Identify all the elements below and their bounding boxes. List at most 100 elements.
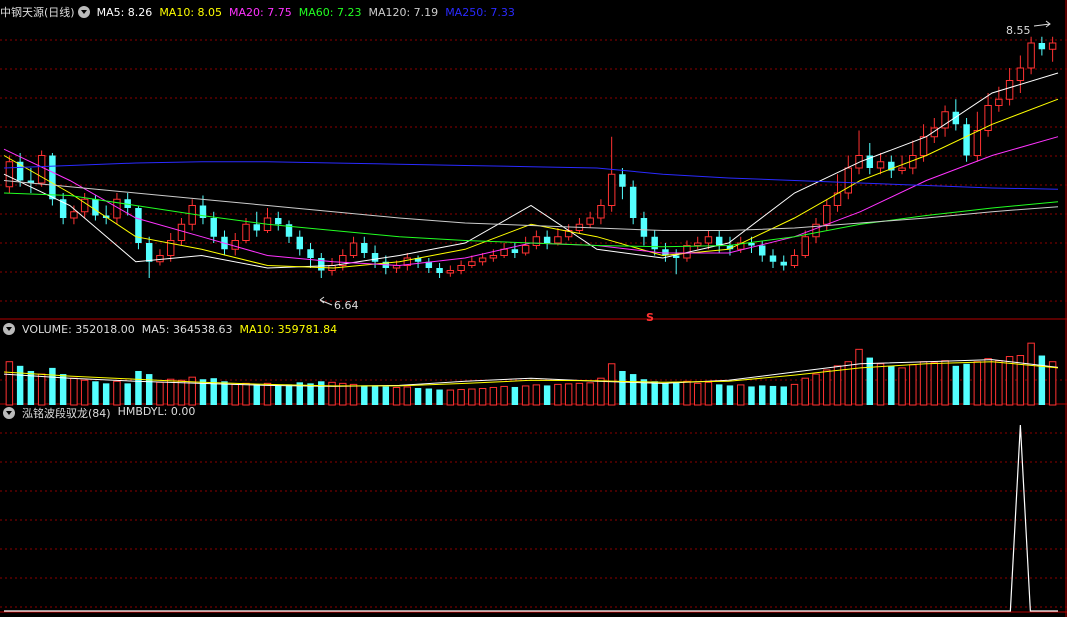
volume-bar-up [263, 382, 272, 406]
volume-bar-up [521, 385, 530, 406]
candle-down [619, 174, 626, 187]
volume-bar-up [898, 367, 906, 406]
candle-up [693, 242, 702, 246]
candle-up [597, 205, 605, 219]
volume-bar-up [392, 386, 401, 406]
low-price-label: 6.64 [334, 299, 359, 312]
volume-bar-up [177, 379, 186, 406]
volume-bar-down [414, 387, 422, 405]
volume-bar-down [963, 363, 970, 405]
candle-up [478, 257, 487, 263]
signal-line [4, 424, 1058, 612]
high-price-label: 8.55 [1006, 24, 1031, 37]
candle-down [640, 218, 648, 237]
candle-up [521, 245, 530, 254]
volume-bar-up [683, 380, 691, 406]
volume-bar-down [425, 388, 433, 405]
volume-bar-up [575, 382, 584, 406]
volume-bar-down [253, 384, 260, 405]
volume-bar-up [468, 388, 476, 406]
candle-up [70, 211, 78, 219]
volume-bar-down [361, 385, 368, 405]
volume-bar-up [823, 369, 831, 406]
volume-bar-up [564, 383, 573, 406]
candle-up [156, 255, 164, 263]
volume-bar-up [166, 378, 175, 406]
volume-bar-up [1027, 342, 1035, 406]
candle-up [231, 240, 239, 250]
candle-up [177, 223, 186, 241]
candle-up [349, 242, 358, 256]
volume-bar-up [489, 386, 498, 406]
volume-bar-down [436, 389, 443, 405]
volume-bar-up [801, 377, 809, 406]
volume-bar-down [769, 385, 777, 405]
volume-bar-up [500, 385, 508, 406]
candle-up [1027, 42, 1035, 69]
volume-bar-up [349, 383, 358, 406]
volume-bar-up [973, 361, 982, 406]
volume-bar-down [543, 385, 551, 405]
candle-down [759, 245, 766, 256]
volume-bar-up [403, 386, 412, 406]
candle-up [586, 217, 594, 225]
candle-down [511, 249, 519, 253]
volume-bar-up [113, 380, 121, 406]
candle-up [823, 205, 831, 225]
volume-bar-up [5, 361, 14, 406]
volume-bar-up [156, 381, 164, 406]
volume-bar-down [662, 383, 669, 405]
volume-bar-down [672, 382, 680, 405]
volume-bar-down [221, 381, 228, 405]
candle-up [554, 236, 562, 244]
volume-bar-down [135, 370, 142, 405]
candle-down [543, 236, 551, 243]
candle-down [629, 186, 637, 218]
stock-chart[interactable]: 8.55 6.64 S [0, 0, 1067, 617]
volume-bar-down [285, 384, 293, 405]
candle-up [1048, 42, 1057, 50]
volume-bar-down [49, 367, 56, 405]
candle-down [361, 243, 368, 253]
candle-up [5, 161, 14, 188]
volume-bar-up [1048, 361, 1057, 406]
volume-bar-down [715, 384, 723, 405]
volume-bar-up [446, 389, 455, 406]
volume-bar-down [888, 365, 895, 405]
volume-bar-up [844, 361, 853, 406]
candle-up [242, 223, 250, 241]
candle-up [1005, 80, 1014, 100]
volume-bar-up [736, 384, 745, 406]
candle-down [49, 155, 56, 200]
volume-bar-down [780, 386, 787, 405]
volume-bar-up [812, 373, 820, 406]
volume-bar-down [92, 381, 99, 405]
candle-up [532, 236, 541, 246]
volume-bar-up [607, 363, 616, 406]
candle-down [769, 255, 777, 262]
candle-down [92, 199, 99, 216]
volume-bar-up [855, 348, 863, 406]
volume-bar-down [371, 385, 379, 405]
volume-bar-down [307, 383, 314, 405]
arrow-icon [1033, 20, 1051, 28]
volume-bar-down [511, 386, 519, 405]
volume-bar-down [952, 365, 960, 405]
candle-up [919, 136, 928, 156]
volume-bar-down [275, 385, 282, 405]
volume-bar-down [651, 381, 658, 405]
candle-down [275, 218, 282, 225]
volume-bar-up [231, 383, 239, 406]
volume-bar-down [16, 365, 24, 405]
volume-bar-down [866, 357, 874, 405]
candle-up [973, 130, 982, 156]
candle-up [37, 155, 46, 184]
volume-bar-down [748, 386, 755, 405]
volume-bar-up [80, 379, 89, 406]
volume-bar-up [70, 377, 78, 406]
sell-signal-marker: S [646, 311, 654, 324]
volume-bar-up [478, 388, 487, 406]
candle-up [607, 173, 616, 206]
volume-bar-up [833, 365, 842, 406]
volume-bar-up [984, 358, 992, 406]
